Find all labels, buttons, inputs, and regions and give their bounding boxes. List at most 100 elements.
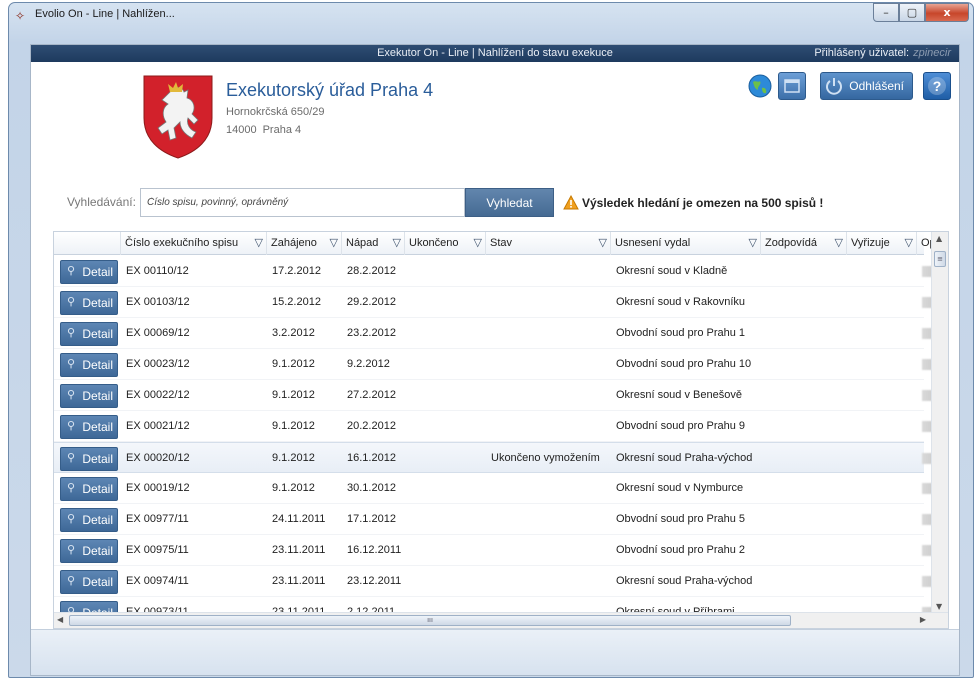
window-controls: – ▢ x bbox=[873, 3, 969, 23]
search-limit-warning: Výsledek hledání je omezen na 500 spisů … bbox=[563, 195, 823, 210]
column-header-usneseni[interactable]: Usnesení vydal ▽ bbox=[611, 232, 761, 255]
title-bar[interactable]: ✧ Evolio On - Line | Nahlížen... – ▢ x bbox=[9, 3, 973, 31]
table-row[interactable]: ⚲ Detail EX 00020/12 9.1.2012 16.1.2012 Ukonč… bbox=[54, 442, 948, 473]
column-header-zodpovida[interactable]: Zodpovídá ▽ bbox=[761, 232, 847, 255]
maximize-button[interactable]: ▢ bbox=[899, 3, 925, 22]
cell-napad: 9.2.2012 bbox=[347, 358, 390, 370]
detail-button[interactable]: ⚲ Detail bbox=[60, 291, 118, 315]
filter-icon[interactable]: ▽ bbox=[255, 232, 263, 255]
detail-button[interactable]: ⚲ Detail bbox=[60, 322, 118, 346]
cell-spis: EX 00019/12 bbox=[126, 482, 190, 494]
detail-button[interactable]: ⚲ Detail bbox=[60, 477, 118, 501]
filter-icon[interactable]: ▽ bbox=[599, 232, 607, 255]
scroll-right-icon[interactable]: ▶ bbox=[920, 615, 926, 624]
window-icon[interactable] bbox=[778, 72, 807, 100]
filter-icon[interactable]: ▽ bbox=[749, 232, 757, 255]
cell-spis: EX 00974/11 bbox=[126, 575, 189, 587]
detail-label: Detail bbox=[82, 389, 113, 403]
cell-usneseni: Obvodní soud pro Prahu 5 bbox=[616, 513, 746, 525]
filter-icon[interactable]: ▽ bbox=[474, 232, 482, 255]
cell-ukonceno bbox=[405, 318, 486, 349]
table-row[interactable]: ⚲ Detail EX 00019/12 9.1.2012 30.1.2012 Okres… bbox=[54, 473, 948, 504]
power-icon bbox=[826, 78, 843, 95]
detail-button[interactable]: ⚲ Detail bbox=[60, 570, 118, 594]
table-row[interactable]: ⚲ Detail EX 00975/11 23.11.2011 16.12.2011 Ob… bbox=[54, 535, 948, 566]
cell-stav bbox=[486, 256, 611, 287]
cell-stav bbox=[486, 566, 611, 597]
column-header-ukonceno[interactable]: Ukončeno ▽ bbox=[405, 232, 486, 255]
cell-napad: 30.1.2012 bbox=[347, 482, 396, 494]
window-title: Evolio On - Line | Nahlížen... bbox=[35, 8, 175, 20]
top-toolbar: Odhlášení ? bbox=[746, 72, 951, 100]
filter-icon[interactable]: ▽ bbox=[393, 232, 401, 255]
pin-icon: ⚲ bbox=[67, 389, 76, 401]
table-row[interactable]: ⚲ Detail EX 00023/12 9.1.2012 9.2.2012 Obvodn… bbox=[54, 349, 948, 380]
detail-button[interactable]: ⚲ Detail bbox=[60, 415, 118, 439]
help-icon[interactable]: ? bbox=[923, 72, 951, 100]
cell-stav bbox=[486, 411, 611, 442]
warning-icon bbox=[563, 195, 579, 210]
logged-user: Přihlášený uživatel: zpinecir bbox=[814, 47, 951, 59]
cell-spis: EX 00069/12 bbox=[126, 327, 190, 339]
detail-label: Detail bbox=[82, 358, 113, 372]
detail-label: Detail bbox=[82, 482, 113, 496]
column-header-vyrizuje[interactable]: Vyřizuje ▽ bbox=[847, 232, 917, 255]
scroll-down-icon[interactable]: ▼ bbox=[936, 602, 942, 611]
cell-napad: 16.12.2011 bbox=[347, 544, 402, 556]
table-row[interactable]: ⚲ Detail EX 00977/11 24.11.2011 17.1.2012 Obv… bbox=[54, 504, 948, 535]
search-input[interactable] bbox=[140, 188, 465, 217]
search-button[interactable]: Vyhledat bbox=[465, 188, 554, 217]
pin-icon: ⚲ bbox=[67, 544, 76, 556]
detail-button[interactable]: ⚲ Detail bbox=[60, 539, 118, 563]
table-row[interactable]: ⚲ Detail EX 00069/12 3.2.2012 23.2.2012 Obvod… bbox=[54, 318, 948, 349]
column-header-zahajeno[interactable]: Zahájeno ▽ bbox=[267, 232, 342, 255]
table-row[interactable]: ⚲ Detail EX 00974/11 23.11.2011 23.12.2011 Ok… bbox=[54, 566, 948, 597]
column-header-spis[interactable]: Číslo exekučního spisu ▽ bbox=[121, 232, 267, 255]
cell-stav bbox=[486, 380, 611, 411]
detail-label: Detail bbox=[82, 296, 113, 310]
table-row[interactable]: ⚲ Detail EX 00021/12 9.1.2012 20.2.2012 Obvod… bbox=[54, 411, 948, 442]
scroll-thumb[interactable]: ≡ bbox=[934, 251, 946, 267]
table-row[interactable]: ⚲ Detail EX 00022/12 9.1.2012 27.2.2012 Okres… bbox=[54, 380, 948, 411]
detail-button[interactable]: ⚲ Detail bbox=[60, 508, 118, 532]
app-icon: ✧ bbox=[15, 9, 26, 23]
cell-ukonceno bbox=[405, 349, 486, 380]
cell-usneseni: Obvodní soud pro Prahu 2 bbox=[616, 544, 746, 556]
filter-icon[interactable]: ▽ bbox=[330, 232, 338, 255]
detail-button[interactable]: ⚲ Detail bbox=[60, 260, 118, 284]
cell-usneseni: Okresní soud Praha-východ bbox=[616, 452, 753, 464]
detail-button[interactable]: ⚲ Detail bbox=[60, 384, 118, 408]
hscroll-thumb[interactable]: ııı bbox=[69, 615, 791, 626]
column-header-stav[interactable]: Stav ▽ bbox=[486, 232, 611, 255]
cell-ukonceno bbox=[405, 473, 486, 504]
office-city-line: 14000 Praha 4 bbox=[226, 124, 301, 136]
cell-stav: Ukončeno vymožením bbox=[491, 452, 600, 464]
vertical-scrollbar[interactable]: ▲ ≡ ▼ bbox=[931, 232, 948, 613]
filter-icon[interactable]: ▽ bbox=[835, 232, 843, 255]
cell-usneseni: Obvodní soud pro Prahu 1 bbox=[616, 327, 746, 339]
office-city: Praha 4 bbox=[262, 124, 302, 136]
minimize-button[interactable]: – bbox=[873, 3, 899, 22]
detail-label: Detail bbox=[82, 513, 113, 527]
cell-napad: 23.12.2011 bbox=[347, 575, 402, 587]
globe-icon[interactable] bbox=[746, 72, 774, 100]
scroll-left-icon[interactable]: ◀ bbox=[57, 615, 63, 624]
svg-text:?: ? bbox=[933, 78, 942, 94]
cell-stav bbox=[486, 287, 611, 318]
detail-button[interactable]: ⚲ Detail bbox=[60, 353, 118, 377]
close-button[interactable]: x bbox=[925, 3, 969, 22]
logout-button[interactable]: Odhlášení bbox=[820, 72, 913, 100]
table-row[interactable]: ⚲ Detail EX 00103/12 15.2.2012 29.2.2012 Okre… bbox=[54, 287, 948, 318]
cell-napad: 16.1.2012 bbox=[347, 452, 396, 464]
filter-icon[interactable]: ▽ bbox=[905, 232, 913, 255]
table-row[interactable]: ⚲ Detail EX 00110/12 17.2.2012 28.2.2012 Okre… bbox=[54, 256, 948, 287]
scroll-up-icon[interactable]: ▲ bbox=[936, 234, 942, 243]
column-header-napad[interactable]: Nápad ▽ bbox=[342, 232, 405, 255]
pin-icon: ⚲ bbox=[67, 420, 76, 432]
horizontal-scrollbar[interactable]: ◀ ııı ▶ bbox=[54, 612, 948, 628]
cell-zahajeno: 23.11.2011 bbox=[272, 575, 326, 587]
cell-ukonceno bbox=[405, 287, 486, 318]
detail-label: Detail bbox=[82, 575, 113, 589]
detail-button[interactable]: ⚲ Detail bbox=[60, 447, 118, 471]
cell-zahajeno: 9.1.2012 bbox=[272, 482, 315, 494]
